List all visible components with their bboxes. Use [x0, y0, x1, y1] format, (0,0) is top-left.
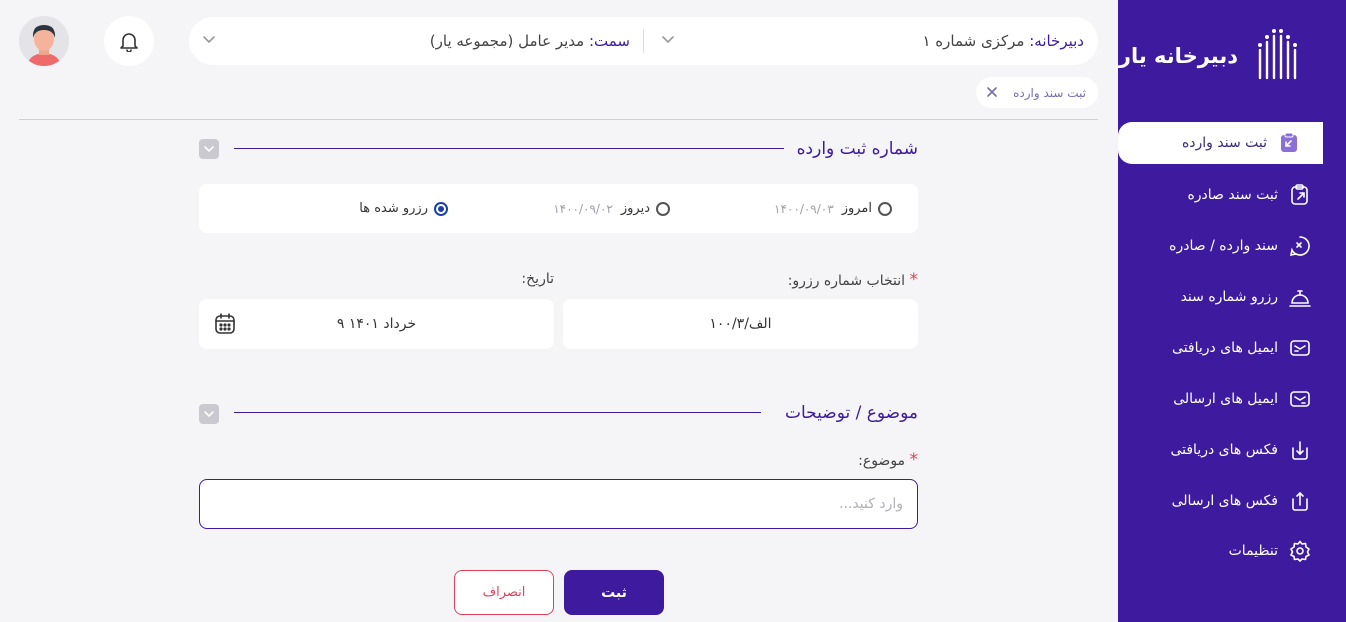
calendar-icon[interactable] — [213, 312, 237, 336]
doc-exchange-icon — [1288, 234, 1312, 258]
sidebar-item-incoming[interactable]: ثبت سند وارده — [1118, 122, 1323, 164]
sidebar-item-label: رزرو شماره سند — [1180, 289, 1278, 305]
avatar[interactable] — [19, 16, 69, 66]
section-collapse-toggle[interactable] — [199, 404, 219, 424]
sidebar: دبیرخانه یار ثبت سند وارده ثبت سند صادره… — [1118, 0, 1346, 622]
chevron-down-icon — [204, 146, 214, 153]
radio-today[interactable]: امروز ۱۴۰۰/۰۹/۰۳ — [774, 201, 892, 216]
divider — [643, 29, 644, 53]
office-value: مرکزی شماره ۱ — [922, 32, 1025, 50]
required-mark: * — [909, 270, 919, 290]
context-selector: دبیرخانه: مرکزی شماره ۱ سمت: مدیر عامل (… — [189, 17, 1098, 65]
radio-circle[interactable] — [878, 201, 892, 216]
role-selector[interactable]: سمت: مدیر عامل (مجموعه یار) — [430, 32, 630, 50]
radio-yesterday[interactable]: دیروز ۱۴۰۰/۰۹/۰۲ — [553, 201, 670, 216]
label-text: موضوع: — [858, 453, 906, 469]
brand-header: دبیرخانه یار — [1118, 0, 1346, 122]
office-selector[interactable]: دبیرخانه: مرکزی شماره ۱ — [922, 32, 1084, 50]
sidebar-item-fax-in[interactable]: فکس های دریافتی — [1118, 428, 1346, 472]
cancel-button[interactable]: انصراف — [454, 570, 554, 615]
label-text: انتخاب شماره رزرو: — [787, 273, 906, 289]
radio-circle-checked[interactable] — [434, 201, 448, 216]
sidebar-item-label: ثبت سند وارده — [1181, 135, 1267, 151]
sidebar-item-mail-in[interactable]: ایمیل های دریافتی — [1118, 326, 1346, 370]
section-divider — [234, 148, 784, 149]
close-icon[interactable] — [986, 86, 998, 98]
reserve-number-label: * انتخاب شماره رزرو: — [788, 270, 918, 290]
sidebar-item-label: ایمیل های دریافتی — [1172, 340, 1278, 356]
bell-icon — [120, 33, 138, 52]
date-picker-field[interactable]: ۹ خرداد ۱۴۰۱ — [199, 299, 554, 349]
subject-field — [199, 479, 918, 529]
fax-out-icon — [1288, 489, 1312, 513]
outgoing-doc-icon — [1288, 183, 1312, 207]
fax-in-icon — [1288, 438, 1312, 462]
brand-name: دبیرخانه یار — [1118, 44, 1238, 68]
sidebar-item-outgoing[interactable]: ثبت سند صادره — [1118, 173, 1346, 217]
section-divider — [234, 412, 761, 413]
section-collapse-toggle[interactable] — [199, 139, 219, 159]
required-mark: * — [909, 450, 919, 470]
chevron-down-icon[interactable] — [201, 34, 217, 46]
section-title-registration-number: شماره ثبت وارده — [796, 139, 918, 159]
radio-date: ۱۴۰۰/۰۹/۰۳ — [774, 201, 834, 216]
role-key: سمت: — [588, 32, 630, 50]
sidebar-item-label: فکس های دریافتی — [1170, 442, 1278, 458]
date-value: ۹ خرداد ۱۴۰۱ — [336, 316, 417, 332]
reserve-bell-icon — [1288, 285, 1312, 309]
sidebar-item-exchange[interactable]: سند وارده / صادره — [1118, 224, 1346, 268]
sidebar-item-label: تنظیمات — [1228, 543, 1278, 559]
reserve-number-value: ۱۰۰/۳/الف — [709, 316, 772, 332]
divider — [19, 119, 1098, 120]
date-label: تاریخ: — [521, 271, 554, 287]
mail-in-icon — [1288, 336, 1312, 360]
mail-out-icon — [1288, 387, 1312, 411]
sidebar-item-label: سند وارده / صادره — [1169, 238, 1278, 254]
number-source-radio-group: امروز ۱۴۰۰/۰۹/۰۳ دیروز ۱۴۰۰/۰۹/۰۲ رزرو ش… — [199, 184, 918, 233]
sidebar-item-mail-out[interactable]: ایمیل های ارسالی — [1118, 377, 1346, 421]
section-title-subject: موضوع / توضیحات — [784, 403, 918, 423]
sidebar-item-label: فکس های ارسالی — [1171, 493, 1278, 509]
office-key: دبیرخانه: — [1029, 32, 1084, 50]
incoming-doc-icon — [1277, 131, 1301, 155]
sidebar-item-settings[interactable]: تنظیمات — [1118, 529, 1346, 573]
radio-circle[interactable] — [656, 201, 670, 216]
sidebar-item-label: ایمیل های ارسالی — [1173, 391, 1278, 407]
subject-input[interactable] — [200, 480, 917, 528]
radio-reserved[interactable]: رزرو شده ها — [359, 201, 448, 216]
radio-date: ۱۴۰۰/۰۹/۰۲ — [553, 201, 613, 216]
radio-label: رزرو شده ها — [359, 201, 428, 216]
chevron-down-icon — [204, 411, 214, 418]
open-tab-chip[interactable]: ثبت سند وارده — [976, 77, 1098, 108]
reserve-number-select[interactable]: ۱۰۰/۳/الف — [563, 299, 918, 349]
subject-label: * موضوع: — [858, 450, 918, 470]
radio-label: دیروز — [620, 201, 650, 216]
columns-logo-icon — [1258, 29, 1297, 80]
sidebar-item-fax-out[interactable]: فکس های ارسالی — [1118, 479, 1346, 523]
gear-icon — [1288, 539, 1312, 563]
sidebar-item-reserve[interactable]: رزرو شماره سند — [1118, 275, 1346, 319]
chip-label: ثبت سند وارده — [1013, 85, 1086, 100]
chevron-down-icon[interactable] — [660, 34, 676, 46]
radio-label: امروز — [841, 201, 872, 216]
notification-bell-button[interactable] — [104, 16, 154, 66]
submit-button[interactable]: ثبت — [564, 570, 664, 615]
sidebar-item-label: ثبت سند صادره — [1187, 187, 1278, 203]
role-value: مدیر عامل (مجموعه یار) — [429, 32, 585, 50]
